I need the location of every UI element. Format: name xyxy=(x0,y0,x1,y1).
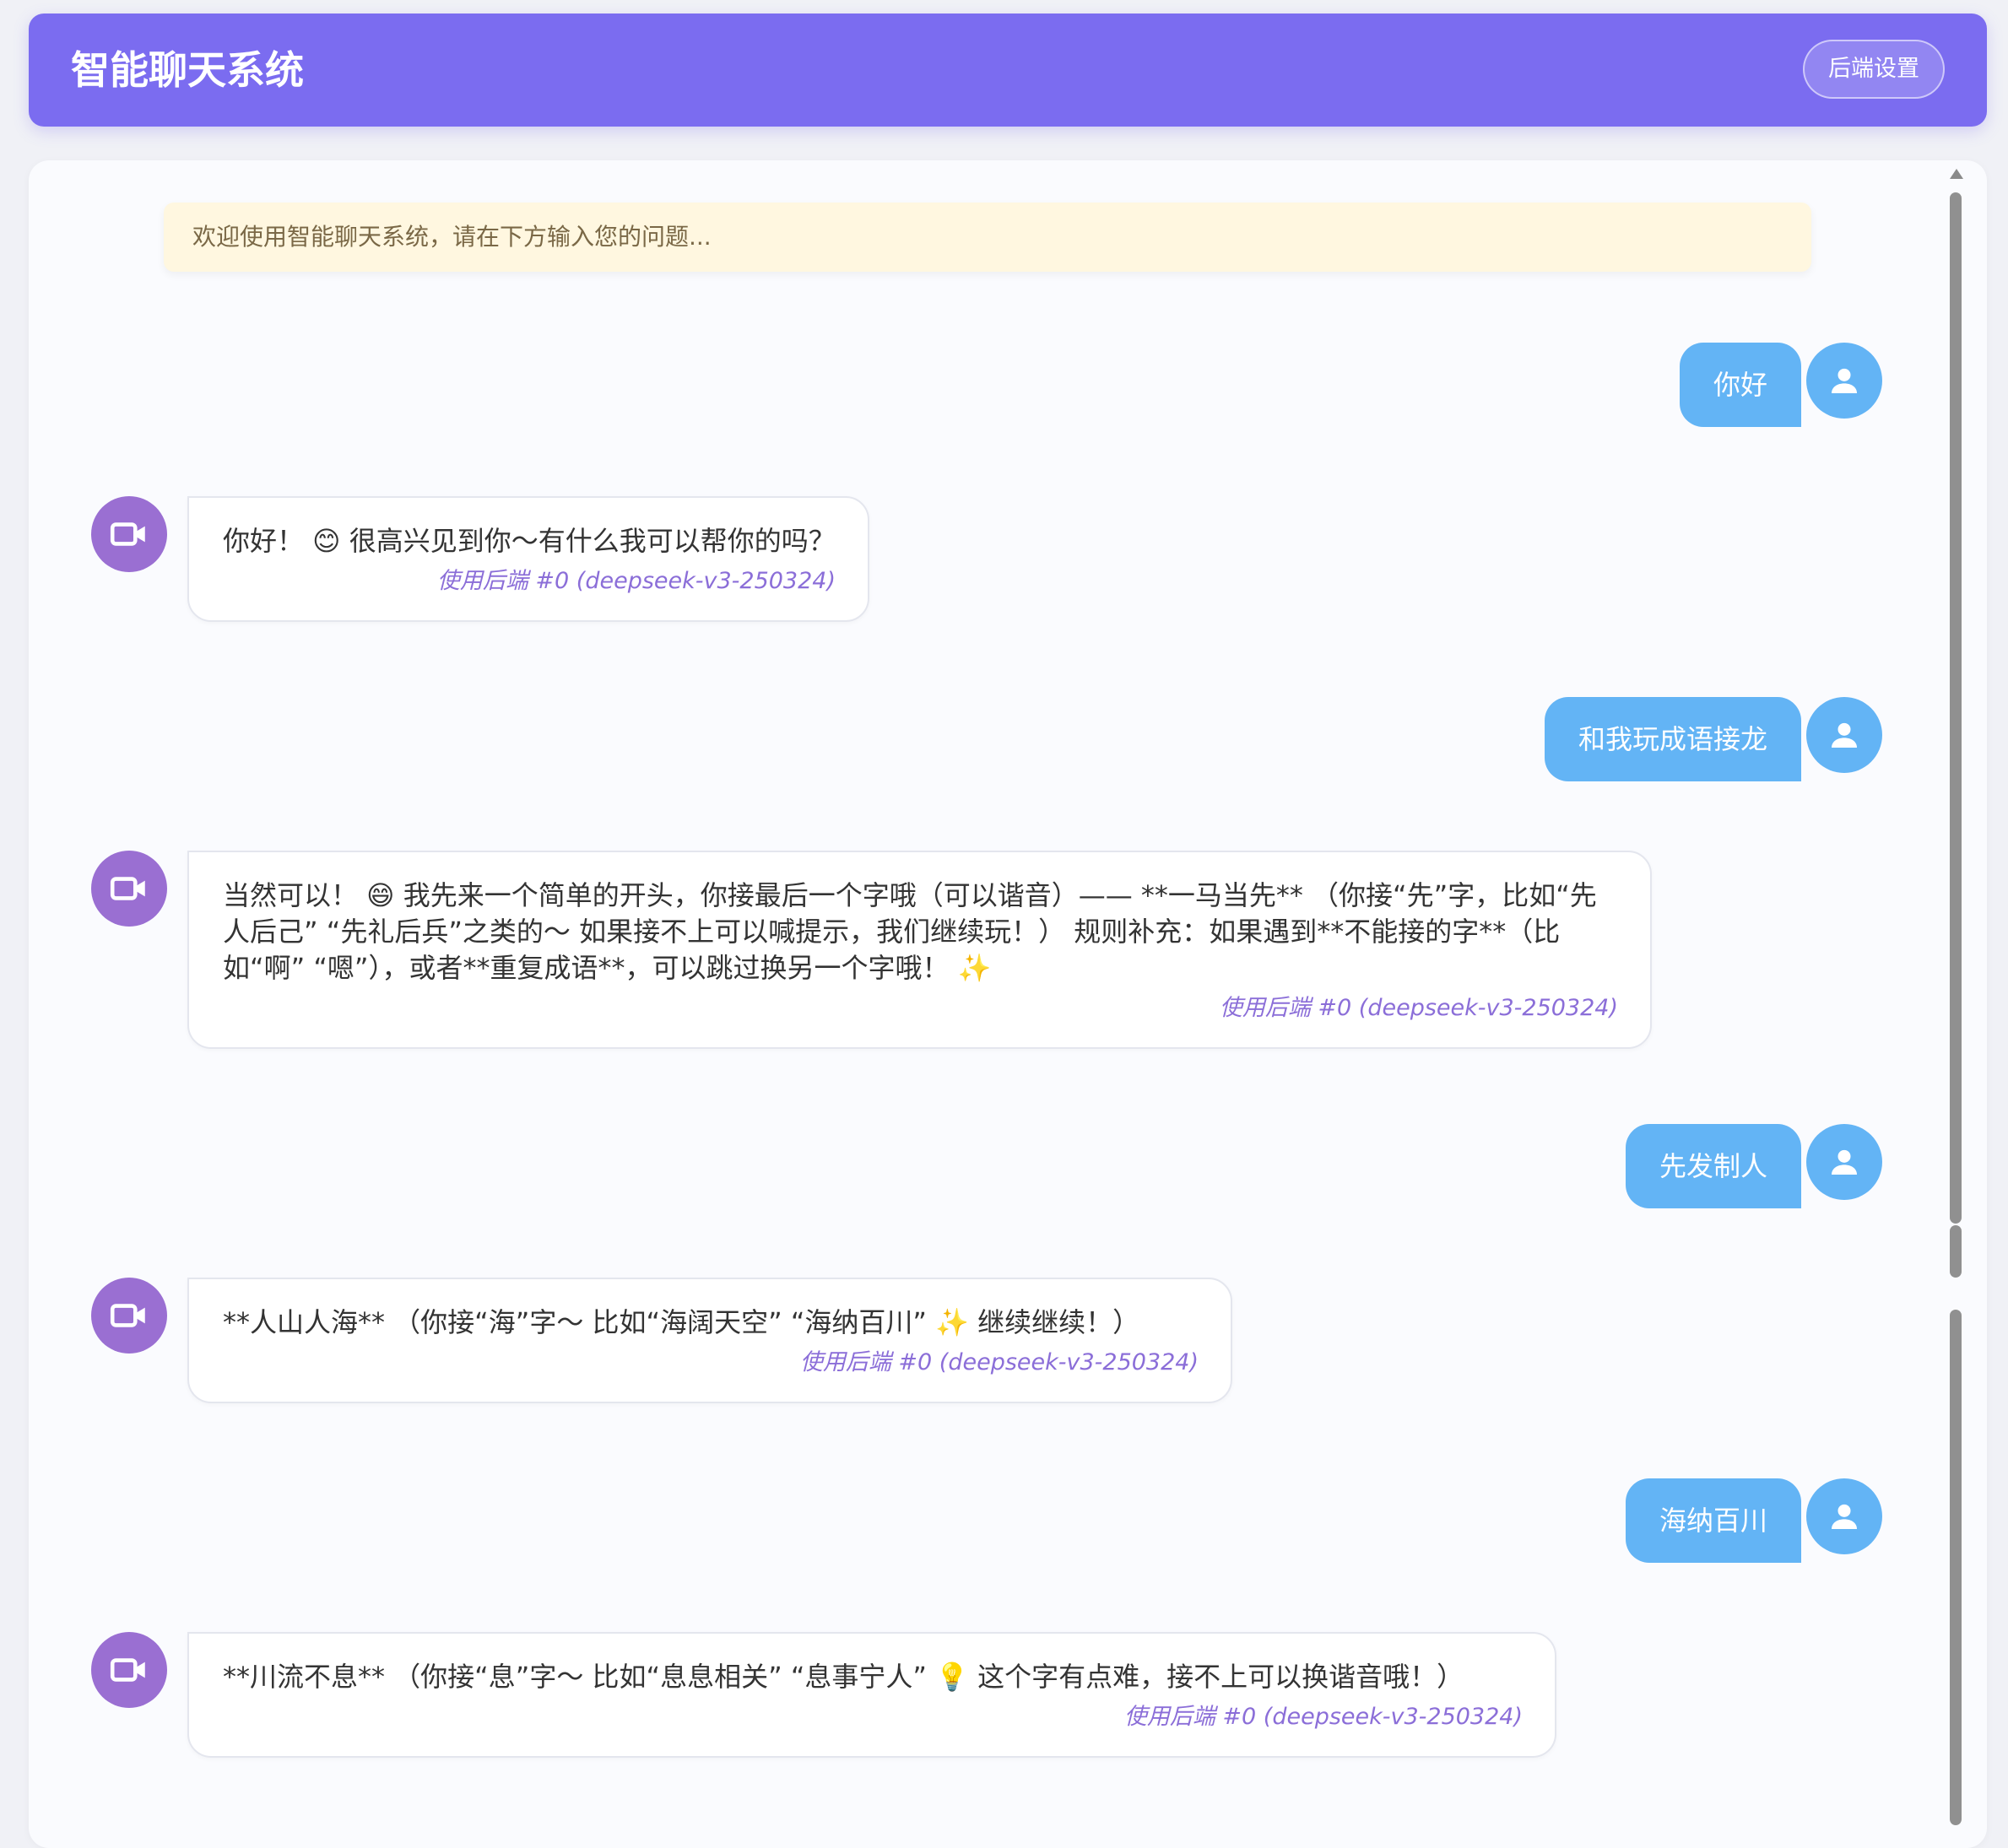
user-icon xyxy=(1832,1504,1857,1529)
scroll-thumb-segment[interactable] xyxy=(1950,1310,1962,1825)
bot-message-text: **川流不息** （你接“息”字～ 比如“息息相关” “息事宁人” 💡 这个字有… xyxy=(223,1661,1464,1693)
bot-avatar xyxy=(91,1278,167,1354)
bot-message-text: 你好！ 😊 很高兴见到你～有什么我可以帮你的吗？ xyxy=(223,525,836,557)
bot-avatar xyxy=(91,1632,167,1708)
scroll-up-arrow-icon[interactable] xyxy=(1950,169,1963,179)
video-camera-icon xyxy=(110,877,145,900)
user-message: 先发制人 xyxy=(1625,1124,1801,1208)
backend-settings-button[interactable]: 后端设置 xyxy=(1803,40,1945,99)
bot-message-text: **人山人海** （你接“海”字～ 比如“海阔天空” “海纳百川” ✨ 继续继续… xyxy=(223,1306,1140,1338)
user-icon xyxy=(1832,368,1857,393)
bot-message: 你好！ 😊 很高兴见到你～有什么我可以帮你的吗？ 使用后端 #0 (deepse… xyxy=(187,496,869,622)
user-message: 和我玩成语接龙 xyxy=(1544,697,1801,781)
user-message: 你好 xyxy=(1679,343,1801,427)
user-avatar xyxy=(1806,1124,1882,1200)
video-camera-icon xyxy=(110,1304,145,1327)
bot-avatar xyxy=(91,496,167,572)
bot-message: **人山人海** （你接“海”字～ 比如“海阔天空” “海纳百川” ✨ 继续继续… xyxy=(187,1278,1232,1403)
backend-info: 使用后端 #0 (deepseek-v3-250324) xyxy=(799,1349,1199,1375)
user-icon xyxy=(1832,722,1857,748)
video-camera-icon xyxy=(110,1658,145,1682)
chat-scrollbar[interactable] xyxy=(1946,165,1963,1825)
app-header: 智能聊天系统 后端设置 xyxy=(29,14,1987,127)
app-title: 智能聊天系统 xyxy=(71,47,304,93)
backend-info: 使用后端 #0 (deepseek-v3-250324) xyxy=(1219,995,1618,1021)
user-message: 海纳百川 xyxy=(1625,1478,1801,1563)
bot-message-text: 当然可以！ 😄 我先来一个简单的开头，你接最后一个字哦（可以谐音）—— **一马… xyxy=(223,879,1597,984)
bot-message: 当然可以！ 😄 我先来一个简单的开头，你接最后一个字哦（可以谐音）—— **一马… xyxy=(187,851,1652,1049)
user-icon xyxy=(1832,1149,1857,1175)
video-camera-icon xyxy=(110,522,145,546)
bot-message: **川流不息** （你接“息”字～ 比如“息息相关” “息事宁人” 💡 这个字有… xyxy=(187,1632,1556,1758)
scroll-thumb-segment[interactable] xyxy=(1950,1225,1962,1278)
user-avatar xyxy=(1806,343,1882,419)
chat-panel[interactable]: 欢迎使用智能聊天系统，请在下方输入您的问题... 你好 你好！ 😊 很高兴见到你… xyxy=(29,160,1987,1848)
user-avatar xyxy=(1806,1478,1882,1554)
welcome-notice: 欢迎使用智能聊天系统，请在下方输入您的问题... xyxy=(164,203,1811,272)
bot-avatar xyxy=(91,851,167,927)
scroll-thumb[interactable] xyxy=(1950,192,1962,1224)
backend-info: 使用后端 #0 (deepseek-v3-250324) xyxy=(1123,1704,1523,1730)
backend-info: 使用后端 #0 (deepseek-v3-250324) xyxy=(436,568,836,594)
user-avatar xyxy=(1806,697,1882,773)
